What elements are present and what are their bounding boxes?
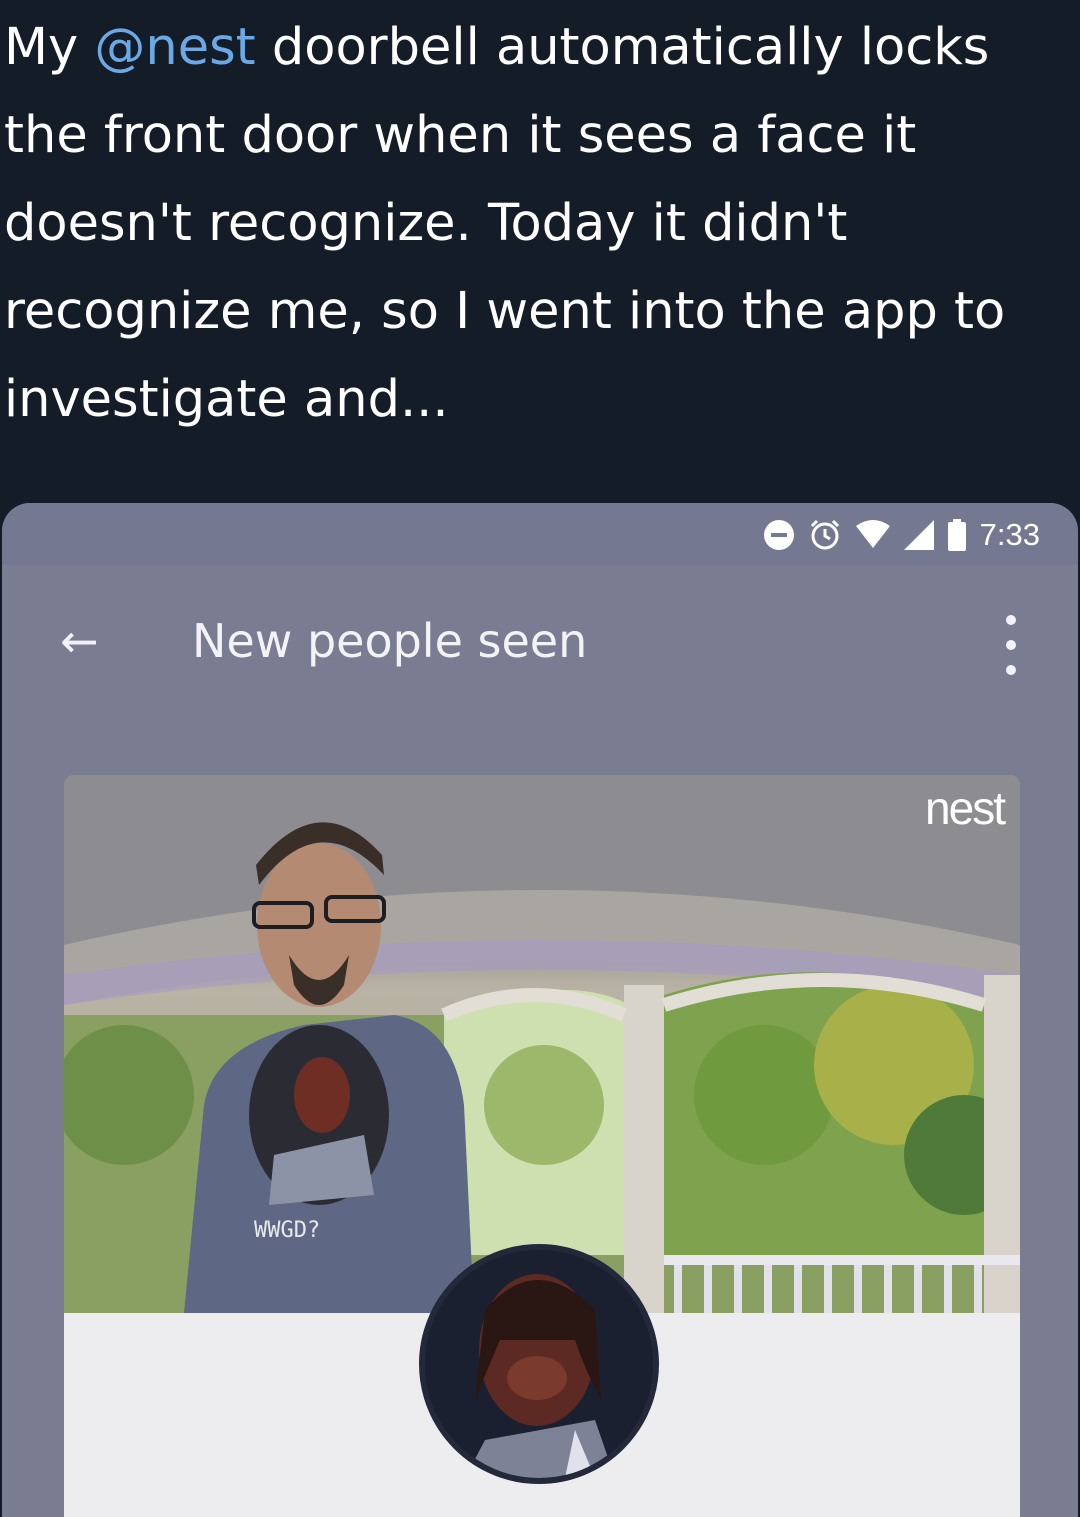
page-title: New people seen bbox=[192, 614, 588, 668]
mention-link[interactable]: @nest bbox=[94, 18, 255, 77]
more-options-icon[interactable] bbox=[1004, 615, 1018, 675]
shirt-text: WWGD? bbox=[254, 1218, 320, 1243]
wifi-icon bbox=[855, 520, 890, 548]
status-time: 7:33 bbox=[979, 517, 1040, 552]
status-bar: 7:33 bbox=[2, 503, 1078, 565]
face-thumbnail-image bbox=[425, 1250, 653, 1478]
battery-icon bbox=[947, 519, 966, 551]
status-icons: 7:33 bbox=[763, 517, 1040, 553]
app-bar: ← New people seen bbox=[2, 565, 1078, 715]
nest-logo: nest bbox=[925, 782, 1006, 834]
do-not-disturb-icon bbox=[763, 520, 794, 550]
alarm-icon bbox=[810, 519, 839, 550]
unrecognized-face-avatar[interactable] bbox=[419, 1244, 659, 1484]
back-arrow-icon[interactable]: ← bbox=[60, 611, 99, 671]
post-text-body: doorbell automatically locks the front d… bbox=[4, 18, 1006, 429]
porch-scene-image: WWGD? bbox=[64, 775, 1020, 1313]
post-text-intro: My bbox=[4, 18, 95, 77]
post-text: My @nest doorbell automatically locks th… bbox=[4, 0, 1080, 500]
doorbell-camera-snapshot[interactable]: WWGD? nest bbox=[64, 775, 1020, 1313]
cellular-signal-icon bbox=[903, 520, 934, 550]
